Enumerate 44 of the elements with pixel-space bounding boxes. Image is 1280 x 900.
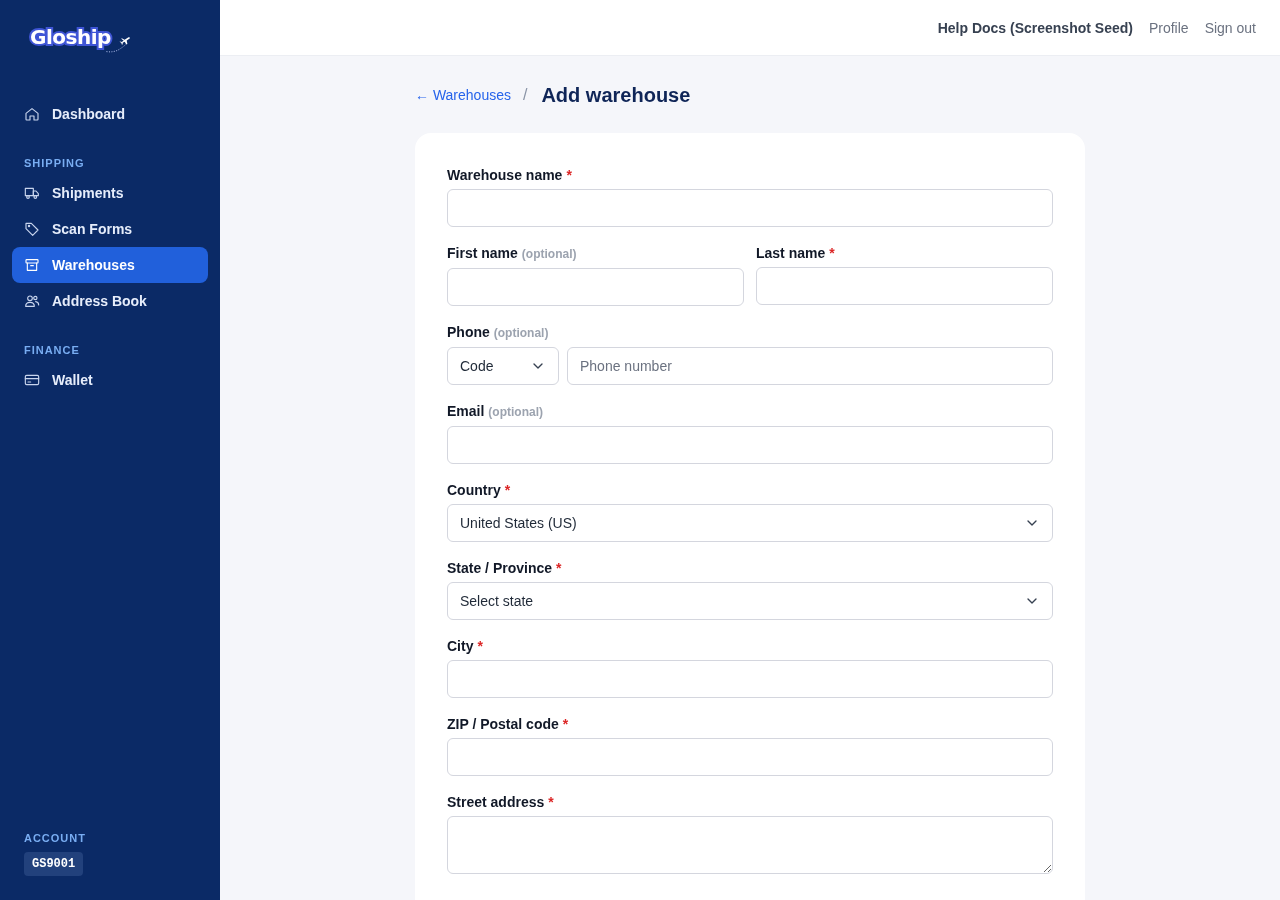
breadcrumb-separator: / <box>522 86 528 104</box>
field-label: ZIP / Postal code * <box>447 715 569 734</box>
section-heading: FINANCE <box>23 343 81 358</box>
field-label: Country * <box>447 481 511 500</box>
text-field[interactable] <box>447 426 1053 464</box>
users-icon <box>24 293 40 309</box>
user-name: Help Docs (Screenshot Seed) <box>937 19 1133 36</box>
textarea-field[interactable] <box>447 816 1053 874</box>
text-field[interactable] <box>756 267 1053 305</box>
nav-link[interactable]: Sign out <box>1204 19 1256 36</box>
back-link[interactable]: ← Warehouses <box>415 87 511 103</box>
text-field[interactable] <box>447 268 744 306</box>
select-field[interactable]: Select state <box>447 582 1053 620</box>
nav-link[interactable]: Profile <box>1148 19 1189 36</box>
page-title: Add warehouse <box>541 83 691 107</box>
field-label: State / Province * <box>447 559 562 578</box>
text-field[interactable] <box>447 660 1053 698</box>
credit-card-icon <box>24 372 40 388</box>
archive-box-icon <box>24 257 40 273</box>
tag-icon <box>24 221 40 237</box>
sidebar-item[interactable]: Dashboard <box>12 96 208 132</box>
field-label: City * <box>447 637 483 656</box>
sidebar-item[interactable]: Wallet <box>12 362 208 398</box>
field-label: First name (optional) <box>447 244 577 263</box>
phone-number-field[interactable]: Phone number <box>567 347 1053 385</box>
text-field[interactable] <box>447 189 1053 227</box>
field-label: Email (optional) <box>447 402 543 421</box>
country-code-select[interactable]: Code <box>447 347 559 385</box>
sidebar-item[interactable]: Scan Forms <box>12 211 208 247</box>
sidebar-item[interactable]: Shipments <box>12 175 208 211</box>
sidebar-item[interactable]: Warehouses <box>12 247 208 283</box>
field-label: Last name * <box>756 244 835 263</box>
logo-text: Gloship <box>30 24 111 51</box>
field-label: Phone (optional) <box>447 323 549 342</box>
truck-icon <box>24 185 40 201</box>
select-field[interactable]: United States (US) <box>447 504 1053 542</box>
field-label: Street address * <box>447 793 554 812</box>
field-label: Warehouse name * <box>447 166 572 185</box>
section-heading: ACCOUNT <box>23 831 87 846</box>
section-heading: SHIPPING <box>23 156 86 171</box>
account-id-badge: GS9001 <box>24 852 84 876</box>
home-icon <box>24 106 40 122</box>
sidebar-item[interactable]: Address Book <box>12 283 208 319</box>
text-field[interactable] <box>447 738 1053 776</box>
